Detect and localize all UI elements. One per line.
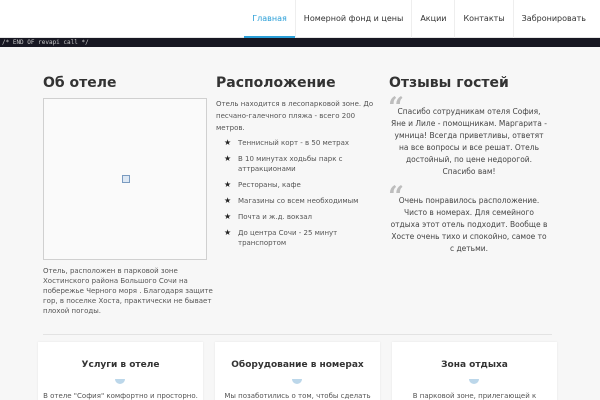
list-item-label: До центра Сочи - 25 минут транспортом: [238, 229, 338, 247]
location-title: Расположение: [216, 75, 336, 91]
feature-title: Зона отдыха: [441, 360, 508, 370]
feature-text: Мы позаботились о том, чтобы сделать: [224, 392, 371, 400]
feature-text: В парковой зоне, прилегающей к: [412, 392, 537, 400]
star-icon: ★: [224, 138, 232, 147]
hotel-map-frame[interactable]: [43, 98, 207, 260]
about-text: Отель, расположен в парковой зоне Хостин…: [43, 267, 213, 315]
nav-item-booking[interactable]: Забронировать: [512, 0, 594, 38]
reviews-title: Отзывы гостей: [389, 75, 509, 91]
feature-box-room-equipment: Оборудование в номерах Мы позаботились о…: [215, 342, 380, 400]
feature-box-relax-zone: Зона отдыха В парковой зоне, прилегающей…: [392, 342, 557, 400]
list-item-label: Рестораны, кафе: [238, 181, 301, 189]
revapi-code-strip: /* END OF revapi call */: [0, 38, 600, 47]
list-item-label: Почта и ж.д. вокзал: [238, 213, 312, 221]
star-icon: ★: [224, 228, 232, 237]
list-item: ★ Магазины со всем необходимым: [224, 196, 374, 206]
section-divider: [43, 334, 552, 335]
feature-icon: [469, 379, 479, 384]
feature-icon: [292, 379, 302, 384]
feature-title: Оборудование в номерах: [231, 360, 364, 370]
list-item: ★ До центра Сочи - 25 минут транспортом: [224, 228, 374, 248]
location-list: ★ Теннисный корт - в 50 метрах ★ В 10 мину…: [224, 138, 374, 254]
code-strip-text: /* END OF revapi call */: [2, 39, 89, 46]
star-icon: ★: [224, 180, 232, 189]
star-icon: ★: [224, 196, 232, 205]
feature-icon: [115, 379, 125, 384]
list-item-label: Магазины со всем необходимым: [238, 197, 359, 205]
nav-item-promotions[interactable]: Акции: [411, 0, 454, 38]
location-intro: Отель находится в лесопарковой зоне. До …: [216, 100, 374, 132]
main-nav: Главная Номерной фонд и цены Акции Конта…: [244, 0, 594, 38]
review-text: Очень понравилось расположение. Чисто в …: [390, 196, 548, 253]
star-icon: ★: [224, 154, 232, 163]
list-item: ★ Почта и ж.д. вокзал: [224, 212, 374, 222]
list-item-label: В 10 минутах ходьбы парк с аттракционами: [238, 155, 343, 173]
feature-text: В отеле "София" комфортно и просторно.: [43, 392, 198, 400]
broken-image-icon: [122, 175, 130, 183]
nav-item-contacts[interactable]: Контакты: [454, 0, 512, 38]
list-item: ★ Рестораны, кафе: [224, 180, 374, 190]
star-icon: ★: [224, 212, 232, 221]
feature-box-services: Услуги в отеле В отеле "София" комфортно…: [38, 342, 203, 400]
top-navbar: Главная Номерной фонд и цены Акции Конта…: [0, 0, 600, 38]
feature-title: Услуги в отеле: [81, 360, 160, 370]
list-item-label: Теннисный корт - в 50 метрах: [238, 139, 350, 147]
review-text: Спасибо сотрудникам отеля София, Яне и Л…: [391, 107, 547, 176]
list-item: ★ Теннисный корт - в 50 метрах: [224, 138, 374, 148]
about-title: Об отеле: [43, 75, 117, 91]
list-item: ★ В 10 минутах ходьбы парк с аттракционам…: [224, 154, 374, 174]
nav-item-rooms[interactable]: Номерной фонд и цены: [294, 0, 412, 38]
nav-item-home[interactable]: Главная: [244, 0, 295, 38]
